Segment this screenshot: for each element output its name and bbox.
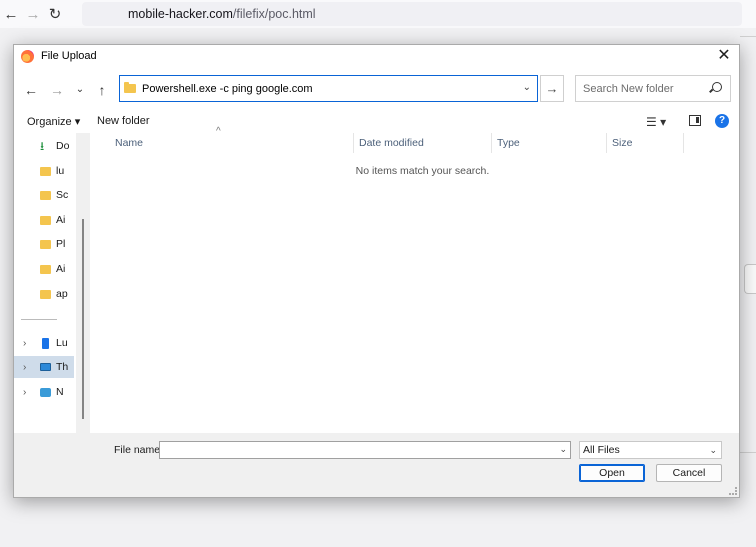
chevron-down-icon[interactable]: ⌄ [559,444,567,455]
url-host: mobile-hacker.com [128,7,233,21]
pc-icon [40,363,51,371]
cancel-button[interactable]: Cancel [656,464,722,482]
file-list: ^ Name Date modified Type Size No items … [90,126,739,433]
up-arrow-icon[interactable]: ↑ [93,81,111,99]
back-arrow-icon[interactable]: ← [22,81,40,99]
nav-divider [21,319,57,320]
file-name-input[interactable]: ⌄ [159,441,571,459]
organize-button[interactable]: Organize ▾ [27,115,80,128]
page-divider [740,452,756,453]
nav-item-label: Do [56,140,70,152]
search-icon [712,82,722,92]
file-name-label: File name: [114,444,164,456]
url-text: mobile-hacker.com/filefix/poc.html [128,7,316,21]
nav-item-label: Th [56,361,69,373]
nav-item[interactable]: ⭳ Do [14,135,74,157]
open-button[interactable]: Open [579,464,645,482]
dialog-titlebar: File Upload ✕ [14,45,739,67]
nav-item-label: N [56,386,64,398]
nav-item-this-pc[interactable]: › Th [14,356,74,378]
file-type-select[interactable]: All Files ⌄ [579,441,722,459]
folder-icon [124,82,136,93]
chevron-right-icon[interactable]: › [23,387,26,398]
nav-item-label: Ai [56,214,66,226]
nav-item[interactable]: › N [14,381,74,403]
help-icon[interactable]: ? [715,114,729,128]
nav-item-label: Sc [56,189,69,201]
recent-chevron-icon[interactable]: ⌄ [71,81,89,99]
folder-icon [40,289,51,299]
file-type-value: All Files [583,444,620,456]
folder-icon [40,239,51,249]
chevron-down-icon: ⌄ [709,445,717,455]
url-bar[interactable]: mobile-hacker.com/filefix/poc.html [82,2,742,26]
nav-item-label: Pl [56,238,66,250]
file-upload-dialog: File Upload ✕ ← → ⌄ ↑ Powershell.exe -c … [13,44,740,498]
chevron-right-icon[interactable]: › [23,362,26,373]
nav-item[interactable]: lu [14,160,74,182]
go-arrow-button[interactable]: → [540,75,564,102]
nav-item[interactable]: Ai [14,258,74,280]
folder-icon [40,215,51,225]
folder-icon [40,190,51,200]
page-divider [740,36,756,37]
nav-scrollbar[interactable] [76,133,90,433]
nav-item[interactable]: Pl [14,233,74,255]
nav-item-label: Ai [56,263,66,275]
address-row: ← → ⌄ ↑ Powershell.exe -c ping google.co… [14,75,739,105]
column-header-date-modified[interactable]: Date modified [354,133,492,153]
nav-item[interactable]: ap [14,283,74,305]
view-options-icon[interactable]: ☰ ▾ [646,115,666,129]
network-icon [40,387,51,397]
resize-grip-icon[interactable] [729,487,737,495]
folder-icon [40,166,51,176]
empty-message: No items match your search. [355,165,490,177]
firefox-icon [21,49,34,63]
dialog-footer: File name: ⌄ All Files ⌄ Open Cancel [14,433,739,497]
column-header-size[interactable]: Size [607,133,684,153]
close-icon[interactable]: ✕ [715,47,733,65]
command-bar: Organize ▾ New folder ☰ ▾ ? [14,111,739,133]
back-icon[interactable]: ← [0,6,22,23]
column-header-name[interactable]: Name [110,133,354,153]
navigation-pane: ⭳ Do lu Sc Ai Pl Ai ap › Lu › Th › N [14,133,76,433]
forward-icon[interactable]: → [22,6,44,23]
download-icon: ⭳ [40,139,45,153]
column-header-type[interactable]: Type [492,133,607,153]
new-folder-button[interactable]: New folder [97,115,150,127]
search-input[interactable]: Search New folder [575,75,731,102]
dialog-title: File Upload [41,50,97,62]
nav-item[interactable]: Ai [14,209,74,231]
url-path: /filefix/poc.html [232,7,316,21]
chevron-right-icon[interactable]: › [23,338,26,349]
phone-icon [42,337,49,349]
preview-pane-icon[interactable] [689,115,701,126]
page-element [744,264,756,294]
address-text: Powershell.exe -c ping google.com [142,82,313,95]
nav-item-label: Lu [56,337,68,349]
folder-icon [40,264,51,274]
forward-arrow-icon[interactable]: → [48,81,66,99]
nav-item[interactable]: Sc [14,184,74,206]
search-placeholder: Search New folder [583,82,674,95]
address-bar[interactable]: Powershell.exe -c ping google.com ⌄ [119,75,538,102]
nav-item-label: ap [56,288,68,300]
nav-item[interactable]: › Lu [14,332,74,354]
scrollbar-thumb[interactable] [82,219,84,419]
reload-icon[interactable]: ↻ [44,5,66,23]
chevron-down-icon[interactable]: ⌄ [523,82,531,93]
nav-item-label: lu [56,165,65,177]
